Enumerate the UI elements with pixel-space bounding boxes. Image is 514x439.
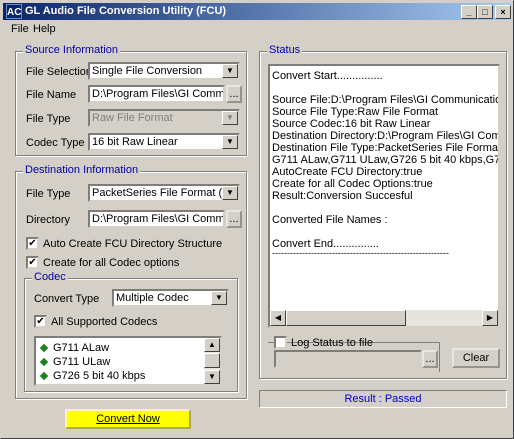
- codec-title: Codec: [32, 271, 68, 283]
- menu-help[interactable]: Help: [33, 23, 56, 35]
- close-button[interactable]: ×: [495, 5, 511, 19]
- list-item[interactable]: G711 ULaw: [39, 356, 110, 368]
- auto-create-label: Auto Create FCU Directory Structure: [43, 238, 223, 250]
- log-path-field[interactable]: [274, 350, 422, 368]
- menu-file[interactable]: File: [11, 23, 29, 35]
- status-log[interactable]: Convert Start............... Source File…: [268, 64, 500, 328]
- status-line: Converted File Names :: [272, 214, 388, 226]
- status-line: Destination Directory:D:\Program Files\G…: [272, 130, 500, 142]
- directory-value: D:\Program Files\GI Communicat: [92, 213, 225, 225]
- scroll-thumb[interactable]: [286, 310, 406, 326]
- source-information-group: Source Information File Selection Single…: [15, 44, 247, 156]
- directory-label: Directory: [26, 214, 71, 226]
- menu-bar: File Help: [3, 21, 511, 37]
- chevron-down-icon[interactable]: ▼: [222, 64, 238, 78]
- status-line: Result:Conversion Succesful: [272, 190, 413, 202]
- file-selection-dropdown[interactable]: Single File Conversion ▼: [88, 62, 240, 80]
- scroll-down-icon[interactable]: ▼: [204, 370, 220, 384]
- codec-list-scrollbar[interactable]: ▲ ▼: [204, 338, 220, 384]
- status-line: Create for all Codec Options:true: [272, 178, 433, 190]
- codec-list[interactable]: G711 ALaw G711 ULaw G726 5 bit 40 kbps ▲…: [34, 336, 222, 386]
- file-name-value: D:\Program Files\GI Communicat: [92, 88, 225, 100]
- scroll-thumb[interactable]: [204, 353, 220, 368]
- status-line: AutoCreate FCU Directory:true: [272, 166, 423, 178]
- status-line: ----------------------------------------…: [272, 248, 449, 258]
- destination-information-group: Destination Information File Type Packet…: [15, 164, 247, 399]
- list-item[interactable]: G726 5 bit 40 kbps: [39, 370, 145, 382]
- chevron-down-icon: ▼: [222, 111, 238, 125]
- source-file-type-label: File Type: [26, 113, 71, 125]
- chevron-down-icon[interactable]: ▼: [222, 135, 238, 149]
- all-supported-checkbox[interactable]: ✔: [34, 315, 47, 328]
- chevron-down-icon[interactable]: ▼: [222, 186, 238, 200]
- source-file-type-dropdown: Raw File Format ▼: [88, 109, 240, 127]
- status-line: Source File Type:Raw File Format: [272, 106, 439, 118]
- file-name-field[interactable]: D:\Program Files\GI Communicat: [88, 85, 225, 103]
- list-item[interactable]: G711 ALaw: [39, 342, 109, 354]
- codec-group: Codec Convert Type Multiple Codec ▼ ✔ Al…: [24, 271, 238, 392]
- minimize-button[interactable]: _: [461, 5, 477, 19]
- log-status-label: Log Status to file: [291, 337, 373, 349]
- bullet-icon: [39, 343, 49, 353]
- create-all-checkbox[interactable]: ✔: [26, 256, 39, 269]
- status-group: Status Convert Start............... Sour…: [259, 44, 507, 379]
- all-supported-label: All Supported Codecs: [51, 316, 158, 328]
- log-browse-button[interactable]: ...: [422, 350, 438, 368]
- destination-file-type-dropdown[interactable]: PacketSeries File Format (GLW) ▼: [88, 184, 240, 202]
- file-selection-value: Single File Conversion: [92, 65, 203, 77]
- codec-type-value: 16 bit Raw Linear: [92, 136, 178, 148]
- convert-type-dropdown[interactable]: Multiple Codec ▼: [112, 289, 229, 307]
- directory-browse-button[interactable]: ...: [226, 210, 242, 228]
- convert-type-label: Convert Type: [34, 293, 100, 305]
- chevron-down-icon[interactable]: ▼: [211, 291, 227, 305]
- destination-file-type-value: PacketSeries File Format (GLW): [92, 187, 240, 199]
- status-title: Status: [267, 44, 303, 56]
- codec-type-label: Codec Type: [26, 137, 85, 149]
- status-hscrollbar[interactable]: ◀ ▶: [270, 310, 498, 326]
- clear-button[interactable]: Clear: [452, 348, 500, 368]
- create-all-label: Create for all Codec options: [43, 257, 180, 269]
- file-name-label: File Name: [26, 89, 77, 101]
- status-line: Source File:D:\Program Files\GI Communic…: [272, 94, 498, 106]
- status-line: Convert Start...............: [272, 70, 383, 82]
- codec-type-dropdown[interactable]: 16 bit Raw Linear ▼: [88, 133, 240, 151]
- app-icon: AC: [6, 4, 22, 19]
- destination-file-type-label: File Type: [26, 188, 71, 200]
- status-line: G711 ALaw,G711 ULaw,G726 5 bit 40 kbps,G…: [272, 154, 500, 166]
- source-file-type-value: Raw File Format: [92, 112, 173, 124]
- status-line: Source Codec:16 bit Raw Linear: [272, 118, 431, 130]
- app-window: AC GL Audio File Conversion Utility (FCU…: [0, 0, 514, 439]
- source-information-title: Source Information: [23, 44, 120, 56]
- scroll-up-icon[interactable]: ▲: [204, 338, 220, 352]
- convert-type-value: Multiple Codec: [116, 292, 189, 304]
- bullet-icon: [39, 357, 49, 367]
- maximize-button[interactable]: □: [477, 5, 493, 19]
- scroll-left-icon[interactable]: ◀: [270, 310, 286, 326]
- auto-create-checkbox[interactable]: ✔: [26, 237, 39, 250]
- status-line: Destination File Type:PacketSeries File …: [272, 142, 500, 154]
- window-title: GL Audio File Conversion Utility (FCU): [25, 5, 227, 17]
- directory-field[interactable]: D:\Program Files\GI Communicat: [88, 210, 225, 228]
- convert-now-button[interactable]: Convert Now: [65, 409, 191, 429]
- file-selection-label: File Selection: [26, 66, 93, 78]
- result-status: Result : Passed: [259, 390, 507, 408]
- log-status-checkbox[interactable]: [274, 336, 287, 349]
- bullet-icon: [39, 371, 49, 381]
- source-browse-button[interactable]: ...: [226, 85, 242, 103]
- destination-information-title: Destination Information: [23, 164, 141, 176]
- title-bar[interactable]: AC GL Audio File Conversion Utility (FCU…: [3, 3, 511, 20]
- scroll-right-icon[interactable]: ▶: [482, 310, 498, 326]
